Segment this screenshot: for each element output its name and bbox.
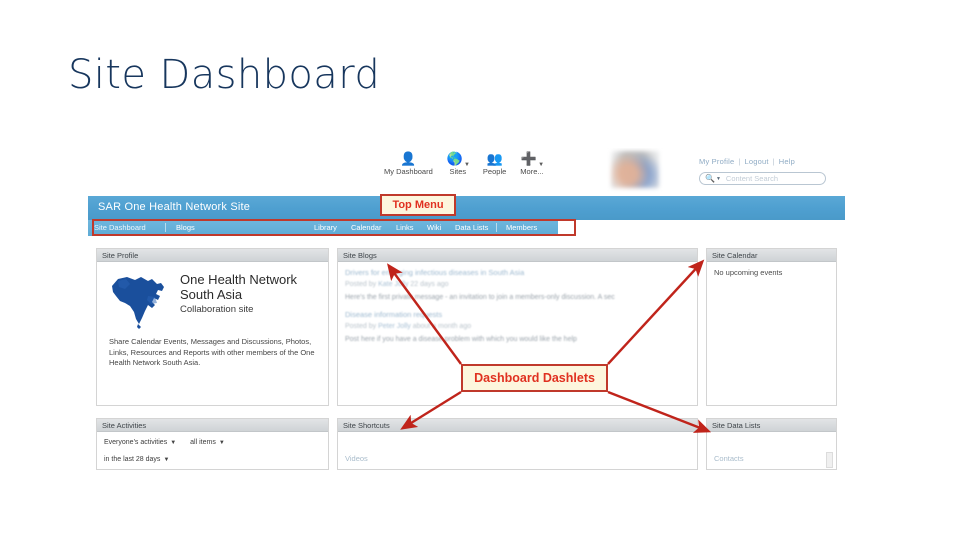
dashlet-header-site-data-lists: Site Data Lists [707,419,836,432]
globe-icon: 🌎▼ [446,151,470,169]
activities-filter-items[interactable]: all items ▼ [190,438,225,448]
dashlet-header-site-profile: Site Profile [97,249,328,262]
dashlet-header-site-activities: Site Activities [97,419,328,432]
nav-item-my-dashboard[interactable]: 👤 My Dashboard [384,152,433,177]
activities-filter-range[interactable]: in the last 28 days ▼ [104,455,169,465]
dashlet-header-site-shortcuts: Site Shortcuts [338,419,697,432]
chevron-down-icon: ▼ [218,440,225,446]
nav-highlight-box [92,219,576,236]
blog-author[interactable]: Peter Jolly [378,323,411,330]
content-search-box[interactable]: 🔍 ▼ Content Search [699,172,826,185]
dashlet-header-site-blogs: Site Blogs [338,249,697,262]
nav-item-more[interactable]: ➕▼ More... [520,151,545,177]
embedded-screenshot: 👤 My Dashboard 🌎▼ Sites 👥 People ➕▼ More… [88,148,845,478]
page-title: Site Dashboard [68,52,381,98]
link-separator: | [772,157,775,166]
chevron-down-icon[interactable]: ▼ [716,176,721,182]
global-toolbar: 👤 My Dashboard 🌎▼ Sites 👥 People ➕▼ More… [88,148,845,196]
search-input[interactable]: Content Search [726,174,778,183]
person-icon: 👤 [400,151,417,166]
blog-post-excerpt: Here's the first private message - an in… [345,294,615,301]
dashlet-body-site-calendar: No upcoming events [707,262,836,284]
annotation-top-menu: Top Menu [380,194,456,216]
link-separator: | [738,157,741,166]
nav-item-people[interactable]: 👥 People [483,152,506,177]
data-list-item-contacts[interactable]: Contacts [714,452,833,468]
chevron-down-icon: ▼ [170,440,177,446]
dashlet-site-activities: Site Activities Everyone's activities ▼ a… [96,418,329,470]
user-links: My Profile | Logout | Help [699,157,795,166]
activities-filter-who-label: Everyone's activities [104,439,168,446]
shortcut-item-videos[interactable]: Videos [345,454,690,464]
site-profile-heading: One Health Network South Asia [180,272,298,302]
nav-label-more: More... [520,167,544,176]
dashlet-body-site-shortcuts: Videos [338,432,697,470]
south-asia-map-icon [112,277,164,329]
dashlet-site-shortcuts: Site Shortcuts Videos [337,418,698,470]
blog-post-title[interactable]: Disease information requests [345,310,690,320]
blog-post-meta: Posted by Kate Jolly 22 days ago [345,280,690,290]
dashlet-header-site-calendar: Site Calendar [707,249,836,262]
dashlet-body-site-activities: Everyone's activities ▼ all items ▼ in the… [97,432,328,478]
blog-meta-prefix: Posted by [345,281,377,288]
site-title: SAR One Health Network Site [98,201,251,213]
avatar[interactable] [611,151,659,188]
slide-canvas: Site Dashboard 👤 My Dashboard 🌎▼ Sites 👥… [0,0,960,540]
blog-author[interactable]: Kate Jolly [378,281,408,288]
chevron-down-icon: ▼ [163,457,170,463]
blog-meta-prefix: Posted by [345,323,377,330]
nav-label-people: People [482,167,507,176]
blog-list-item[interactable]: Disease information requests Posted by P… [345,310,690,345]
nav-filler [558,220,845,236]
site-profile-subheading: Collaboration site [180,304,254,315]
blog-timestamp: 22 days ago [410,281,449,288]
calendar-empty-message: No upcoming events [714,268,783,277]
dashlet-site-profile: Site Profile One Health Network South As… [96,248,329,406]
help-link[interactable]: Help [779,157,795,166]
dashlet-body-site-profile: One Health Network South Asia Collaborat… [97,262,328,375]
activities-filter-items-label: all items [190,439,216,446]
dashlet-body-site-data-lists: Contacts [707,432,836,470]
activities-filter-who[interactable]: Everyone's activities ▼ [104,438,176,448]
dashlet-body-site-blogs: Drivers for emerging infectious diseases… [338,262,697,358]
plus-icon: ➕▼ [520,151,545,169]
people-icon: 👥 [486,151,503,166]
nav-label-my-dashboard: My Dashboard [384,167,433,176]
chevron-down-icon: ▼ [463,162,470,168]
blog-list-item[interactable]: Drivers for emerging infectious diseases… [345,268,690,303]
blog-timestamp: about a month ago [412,323,472,330]
my-profile-link[interactable]: My Profile [699,157,734,166]
dashlet-site-data-lists: Site Data Lists Contacts [706,418,837,470]
blog-post-excerpt: Post here if you have a disease problem … [345,336,577,343]
global-nav: 👤 My Dashboard 🌎▼ Sites 👥 People ➕▼ More… [384,152,544,177]
dashlet-site-calendar: Site Calendar No upcoming events [706,248,837,406]
logout-link[interactable]: Logout [745,157,769,166]
activities-filter-range-label: in the last 28 days [104,456,161,463]
chevron-down-icon: ▼ [538,162,545,168]
blog-post-title[interactable]: Drivers for emerging infectious diseases… [345,268,690,278]
site-banner: SAR One Health Network Site [88,196,845,220]
search-icon: 🔍 [705,174,715,183]
blog-post-meta: Posted by Peter Jolly about a month ago [345,322,690,332]
data-list-item-label: Contacts [714,454,744,463]
nav-label-sites: Sites [449,167,467,176]
annotation-dashboard-dashlets: Dashboard Dashlets [461,364,608,392]
scrollbar[interactable] [826,452,833,468]
nav-item-sites[interactable]: 🌎▼ Sites [446,151,470,177]
site-profile-description: Share Calendar Events, Messages and Disc… [109,337,315,367]
